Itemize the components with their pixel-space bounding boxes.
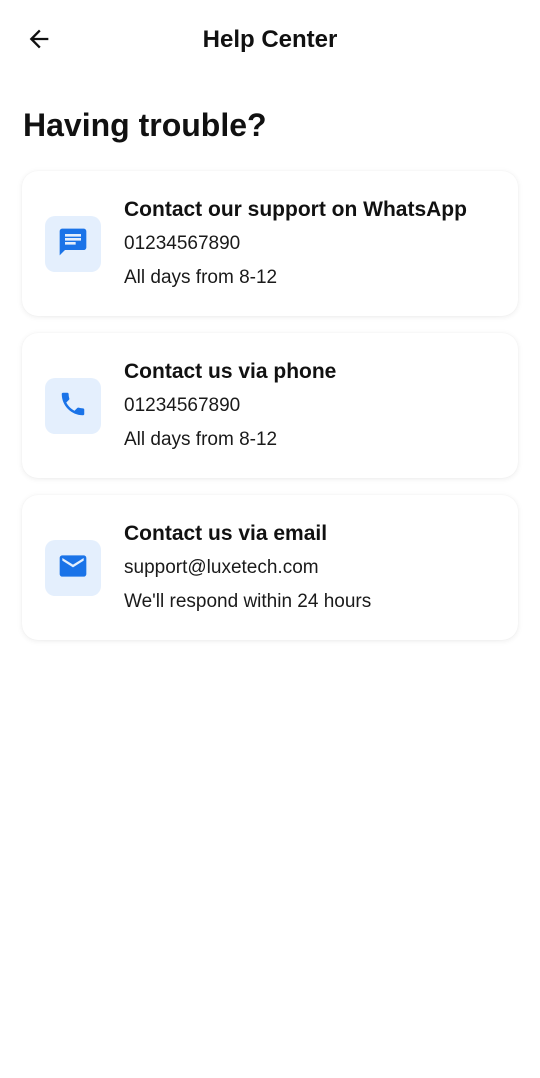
contact-card-text: Contact us via email support@luxetech.co… xyxy=(124,520,508,614)
contact-card-text: Contact our support on WhatsApp 01234567… xyxy=(124,196,508,290)
page-title: Help Center xyxy=(202,26,338,53)
contact-availability: All days from 8-12 xyxy=(124,267,278,288)
icon-tile xyxy=(45,378,101,434)
icon-tile xyxy=(45,216,101,272)
help-center-screen: Help Center Having trouble? Contact our … xyxy=(0,0,540,1078)
contact-phone-number: 01234567890 xyxy=(124,395,241,416)
app-bar: Help Center xyxy=(0,0,540,80)
arrow-left-icon xyxy=(25,25,53,58)
contact-card-whatsapp[interactable]: Contact our support on WhatsApp 01234567… xyxy=(22,171,518,316)
contact-card-email[interactable]: Contact us via email support@luxetech.co… xyxy=(22,495,518,640)
contact-phone-number: 01234567890 xyxy=(124,233,241,254)
contact-response-time: We'll respond within 24 hours xyxy=(124,591,372,612)
contact-options-list: Contact our support on WhatsApp 01234567… xyxy=(22,171,518,657)
back-button[interactable] xyxy=(20,22,58,60)
contact-availability: All days from 8-12 xyxy=(124,429,278,450)
phone-icon xyxy=(58,389,88,424)
contact-card-text: Contact us via phone 01234567890 All day… xyxy=(124,358,508,452)
contact-card-title: Contact our support on WhatsApp xyxy=(124,198,467,221)
section-heading: Having trouble? xyxy=(23,107,267,143)
contact-card-phone[interactable]: Contact us via phone 01234567890 All day… xyxy=(22,333,518,478)
email-icon xyxy=(57,550,89,587)
contact-email-address: support@luxetech.com xyxy=(124,557,319,578)
chat-message-icon xyxy=(57,226,89,263)
contact-card-title: Contact us via phone xyxy=(124,360,337,383)
contact-card-title: Contact us via email xyxy=(124,522,328,545)
icon-tile xyxy=(45,540,101,596)
